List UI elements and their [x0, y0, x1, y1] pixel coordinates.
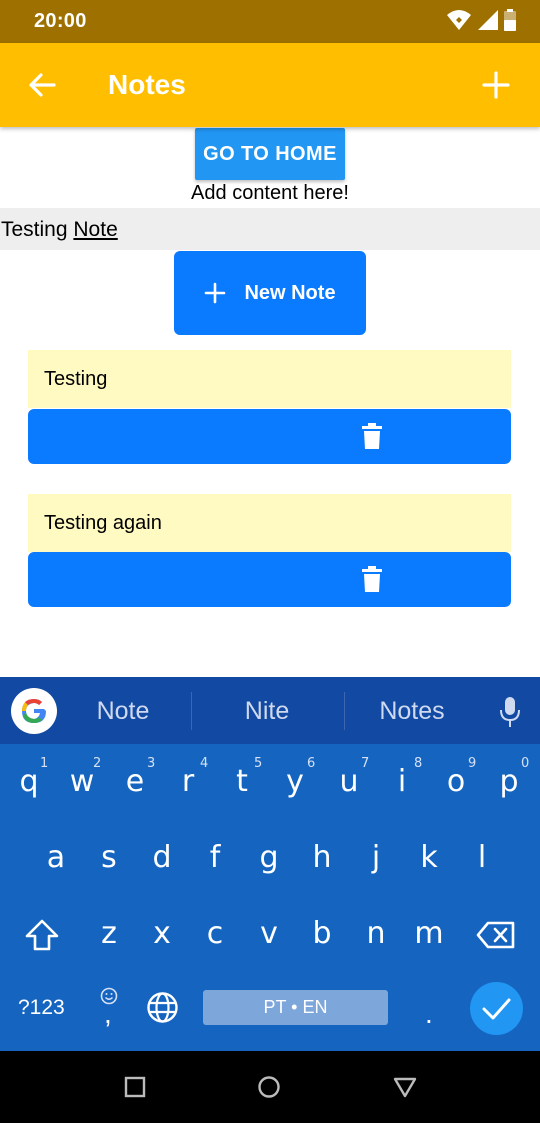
- status-bar: 20:00: [0, 0, 540, 43]
- trash-icon: [362, 423, 382, 449]
- add-icon[interactable]: [480, 69, 512, 101]
- app-bar: Notes: [0, 43, 540, 127]
- period-key[interactable]: .: [425, 998, 433, 1030]
- recents-icon[interactable]: [123, 1075, 147, 1099]
- key-hint-7: 7: [361, 756, 370, 771]
- key-hint-6: 6: [307, 756, 316, 771]
- keyboard-suggestion-bar: Note Nite Notes: [0, 677, 540, 744]
- navigation-bar: [0, 1051, 540, 1123]
- key-n[interactable]: n: [349, 916, 403, 951]
- note-input-word-1: Testing: [1, 218, 68, 241]
- key-hint-1: 1: [40, 756, 49, 771]
- key-j[interactable]: j: [349, 840, 403, 875]
- key-hint-4: 4: [200, 756, 209, 771]
- shift-icon[interactable]: [24, 918, 60, 952]
- enter-key[interactable]: [470, 982, 523, 1035]
- key-hint-2: 2: [93, 756, 102, 771]
- delete-note-button[interactable]: [28, 409, 511, 464]
- note-input-word-2: Note: [73, 218, 118, 241]
- key-h[interactable]: h: [295, 840, 349, 875]
- key-b[interactable]: b: [295, 916, 349, 951]
- new-note-button[interactable]: New Note: [174, 251, 366, 335]
- home-icon[interactable]: [257, 1075, 281, 1099]
- key-hint-9: 9: [468, 756, 477, 771]
- note-input-value[interactable]: Testing Note: [1, 218, 118, 242]
- status-icons: [446, 9, 516, 31]
- key-f[interactable]: f: [188, 840, 242, 875]
- suggestion-1[interactable]: Note: [47, 697, 199, 726]
- key-k[interactable]: k: [402, 840, 456, 875]
- key-hint-3: 3: [147, 756, 156, 771]
- note-card[interactable]: Testing: [28, 350, 511, 408]
- globe-icon[interactable]: [146, 991, 179, 1024]
- note-text: Testing again: [44, 512, 162, 534]
- key-m[interactable]: m: [402, 916, 456, 951]
- key-s[interactable]: s: [82, 840, 136, 875]
- backspace-icon[interactable]: [476, 921, 516, 949]
- keyboard: q 1 w 2 e 3 r 4 t 5 y 6 u 7 i 8 o 9 p 0 …: [0, 744, 540, 1051]
- suggestion-3[interactable]: Notes: [336, 697, 488, 726]
- key-g[interactable]: g: [242, 840, 296, 875]
- comma-key[interactable]: ,: [104, 998, 112, 1030]
- back-arrow-icon[interactable]: [26, 69, 58, 101]
- wifi-icon: [447, 10, 471, 30]
- new-note-label: New Note: [244, 281, 336, 304]
- battery-icon: [504, 9, 516, 31]
- suggestion-2[interactable]: Nite: [191, 697, 343, 726]
- status-time: 20:00: [34, 10, 87, 32]
- key-hint-5: 5: [254, 756, 263, 771]
- delete-note-button[interactable]: [28, 552, 511, 607]
- key-l[interactable]: l: [455, 840, 509, 875]
- note-card[interactable]: Testing again: [28, 494, 511, 552]
- note-text: Testing: [44, 368, 108, 390]
- add-content-label: Add content here!: [191, 182, 349, 204]
- note-input-field[interactable]: Testing Note: [0, 208, 540, 250]
- key-z[interactable]: z: [82, 916, 136, 951]
- cellular-signal-icon: [478, 10, 498, 30]
- key-x[interactable]: x: [135, 916, 189, 951]
- key-c[interactable]: c: [188, 916, 242, 951]
- plus-icon: [205, 282, 226, 304]
- back-icon[interactable]: [393, 1075, 417, 1099]
- key-v[interactable]: v: [242, 916, 296, 951]
- key-hint-0: 0: [521, 756, 530, 771]
- trash-icon: [362, 566, 382, 592]
- page-title: Notes: [108, 69, 186, 100]
- key-hint-8: 8: [414, 756, 423, 771]
- key-d[interactable]: d: [135, 840, 189, 875]
- check-icon: [482, 998, 511, 1020]
- space-bar[interactable]: PT • EN: [203, 990, 388, 1025]
- key-a[interactable]: a: [29, 840, 83, 875]
- microphone-icon[interactable]: [498, 696, 522, 728]
- go-to-home-button[interactable]: GO TO HOME: [195, 128, 345, 180]
- symbols-key[interactable]: ?123: [18, 996, 65, 1020]
